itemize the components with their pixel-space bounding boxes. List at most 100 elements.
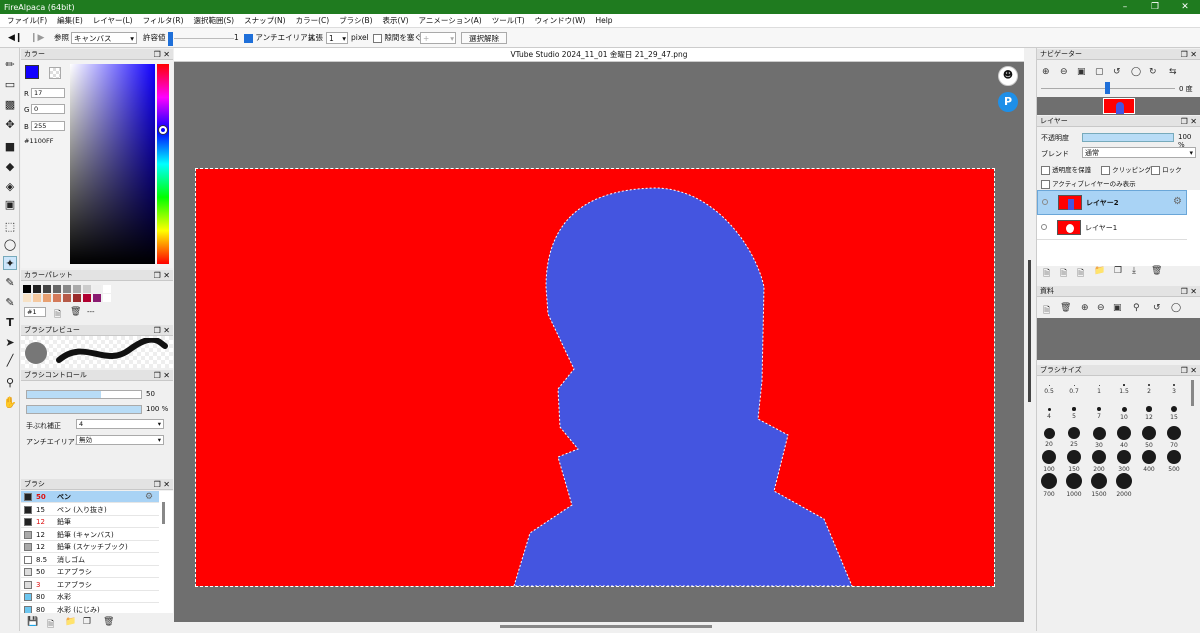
brush-size-cell[interactable]: 20 [1037,425,1061,449]
brush-size-scrollbar[interactable] [1191,380,1194,406]
menu-filter[interactable]: フィルタ(R) [138,15,189,26]
reset-icon[interactable]: ◯ [1171,303,1181,313]
delete-material-icon[interactable]: 🗑 [1060,303,1071,313]
brush-size-cell[interactable]: 2 [1137,377,1161,401]
gap-toggle[interactable]: 隙間を塞ぐ [373,32,422,44]
new-layer-icon[interactable]: 🗎 [1043,266,1050,282]
brush-size-cell[interactable]: 10 [1112,401,1136,425]
menu-file[interactable]: ファイル(F) [2,15,52,26]
panel-controls-icon[interactable]: ❐ ✕ [1181,116,1197,127]
brush-item[interactable]: 12 鉛筆 (キャンバス) [21,528,159,541]
maximize-button[interactable]: ❐ [1140,0,1170,14]
g-input[interactable]: 0 [31,104,65,114]
new-1bit-layer-icon[interactable]: 🗎 [1077,266,1084,282]
brush-size-cell[interactable]: 7 [1087,401,1111,425]
hand-tool-icon[interactable]: ✋ [3,396,17,410]
bucket-tool-icon[interactable]: ◆ [3,160,17,174]
eyedropper-icon[interactable]: ⚲ [1133,303,1140,313]
brush-size-cell[interactable]: 0.7 [1062,377,1086,401]
palette-swatch[interactable] [73,285,81,293]
brush-size-cell[interactable]: 25 [1062,425,1086,449]
new-palette-icon[interactable]: 🗎 [54,307,61,323]
palette-swatch[interactable] [103,294,111,302]
menu-brush[interactable]: ブラシ(B) [334,15,377,26]
close-button[interactable]: ✕ [1170,0,1200,14]
antialias-toggle[interactable]: アンチエイリアス [244,32,315,44]
magic-wand-tool-icon[interactable]: ✦ [3,256,17,270]
delete-layer-icon[interactable]: 🗑 [1151,266,1162,276]
zoom-out-icon[interactable]: ⊖ [1097,303,1105,313]
zoom-in-icon[interactable]: ⊕ [1081,303,1089,313]
material-view[interactable] [1037,318,1200,360]
rotate-left-icon[interactable]: ↺ [1113,67,1121,77]
prev-icon[interactable]: ◀❙ [8,32,22,44]
new-folder-icon[interactable]: 📁 [1094,266,1105,276]
gap-select[interactable]: + ▾ [420,32,456,44]
folder-icon[interactable]: 📁 [65,617,76,627]
brush-item[interactable]: 80 水彩 (にじみ) [21,603,159,613]
actual-size-icon[interactable]: ▢ [1095,67,1104,77]
delete-palette-icon[interactable]: 🗑 [70,307,81,317]
palette-swatch[interactable] [83,285,91,293]
menu-select[interactable]: 選択範囲(S) [189,15,240,26]
active-only-toggle[interactable]: アクティブレイヤーのみ表示 [1041,178,1136,189]
palette-swatch[interactable] [103,285,111,293]
expand-select[interactable]: 1 ▾ [326,32,348,44]
brush-item[interactable]: 15 ペン (入り抜き) [21,503,159,516]
primary-color-swatch[interactable] [25,65,39,79]
panel-controls-icon[interactable]: ❐ ✕ [154,479,170,490]
gear-icon[interactable]: ⚙ [145,491,153,503]
dot-tool-icon[interactable]: ▩ [3,98,17,112]
fit-icon[interactable]: ▣ [1077,67,1086,77]
fit-icon[interactable]: ▣ [1113,303,1122,313]
ref-select[interactable]: キャンバス ▾ [71,32,137,44]
menu-view[interactable]: 表示(V) [378,15,414,26]
navigator-thumbnail[interactable] [1037,97,1200,115]
layer-opacity-slider[interactable] [1082,133,1174,142]
brush-size-cell[interactable]: 5 [1062,401,1086,425]
brush-size-cell[interactable]: 1000 [1062,473,1086,498]
brush-size-cell[interactable]: 500 [1162,449,1186,473]
zoom-out-icon[interactable]: ⊖ [1060,67,1068,77]
layer-row-2[interactable]: レイヤー2 ⚙ [1037,190,1187,215]
navigator-view-rect[interactable] [1103,98,1135,114]
fill-tool-icon[interactable]: ◈ [3,180,17,194]
brush-size-cell[interactable]: 1.5 [1112,377,1136,401]
palette-swatch[interactable] [63,294,71,302]
select-tool-icon[interactable]: ⬚ [3,220,17,234]
brush-size-cell[interactable]: 2000 [1112,473,1136,498]
clipping-toggle[interactable]: クリッピング [1101,164,1151,175]
gradient-tool-icon[interactable]: ▣ [3,198,17,212]
brush-size-cell[interactable]: 400 [1137,449,1161,473]
brush-list-scrollbar[interactable] [162,502,165,524]
brush-size-cell[interactable]: 12 [1137,401,1161,425]
palette-select[interactable]: #1 [24,307,46,317]
minimize-button[interactable]: – [1110,0,1140,14]
menu-layer[interactable]: レイヤー(L) [88,15,138,26]
panel-controls-icon[interactable]: ❐ ✕ [1181,365,1197,376]
saturation-value-picker[interactable] [70,64,155,264]
menu-color[interactable]: カラー(C) [291,15,335,26]
save-brush-icon[interactable]: 💾 [27,617,38,627]
visibility-icon[interactable] [1042,199,1048,205]
horizontal-scrollbar[interactable] [500,625,712,628]
panel-controls-icon[interactable]: ❐ ✕ [1181,286,1197,297]
palette-swatch[interactable] [23,285,31,293]
palette-swatch[interactable] [83,294,91,302]
visibility-icon[interactable] [1041,224,1047,230]
merge-down-icon[interactable]: ⤓ [1132,266,1136,276]
vertical-scrollbar[interactable] [1028,260,1031,402]
brush-size-cell[interactable]: 150 [1062,449,1086,473]
brush-item[interactable]: 50 ペン ⚙ [21,491,159,503]
brush-size-cell[interactable]: 40 [1112,425,1136,449]
protect-alpha-toggle[interactable]: 透明度を保護 [1041,164,1091,175]
menu-edit[interactable]: 編集(E) [52,15,88,26]
brush-size-cell[interactable]: 15 [1162,401,1186,425]
brush-item[interactable]: 3 エアブラシ [21,578,159,591]
b-input[interactable]: 255 [31,121,65,131]
panel-controls-icon[interactable]: ❐ ✕ [154,370,170,381]
palette-swatch[interactable] [53,294,61,302]
new-8bit-layer-icon[interactable]: 🗎 [1060,266,1067,282]
brush-item[interactable]: 12 鉛筆 (スケッチブック) [21,541,159,553]
transparent-color-swatch[interactable] [49,67,61,79]
